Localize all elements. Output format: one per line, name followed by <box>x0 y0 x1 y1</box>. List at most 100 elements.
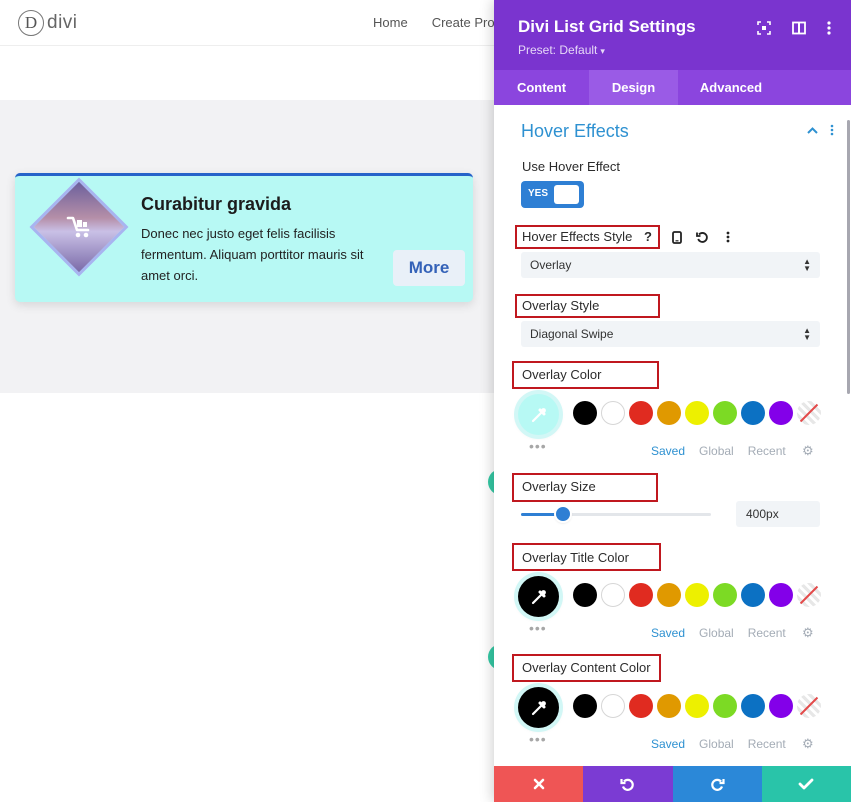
preset-label: Preset: Default <box>518 43 598 57</box>
panel-footer <box>494 766 851 802</box>
swatch-orange[interactable] <box>657 694 681 718</box>
palette-tab-recent[interactable]: Recent <box>748 626 786 640</box>
select-arrows-icon: ▲ ▼ <box>803 326 811 342</box>
tab-advanced[interactable]: Advanced <box>678 70 784 105</box>
palette-tab-global[interactable]: Global <box>699 737 734 751</box>
swatch-green[interactable] <box>713 583 737 607</box>
select-value: Diagonal Swipe <box>530 327 614 341</box>
swatch-yellow[interactable] <box>685 583 709 607</box>
palette-tab-global[interactable]: Global <box>699 626 734 640</box>
swatch-purple[interactable] <box>769 401 793 425</box>
nav-item-home[interactable]: Home <box>373 15 408 30</box>
tab-design[interactable]: Design <box>589 70 678 105</box>
swatch-black[interactable] <box>573 583 597 607</box>
sidebar-icon[interactable] <box>789 18 809 38</box>
slider-handle[interactable] <box>556 507 570 521</box>
logo-text: divi <box>47 12 78 33</box>
swatch-red[interactable] <box>629 694 653 718</box>
swatch-red[interactable] <box>629 401 653 425</box>
chevron-up-icon[interactable] <box>807 125 818 137</box>
site-nav: Home Create Pro <box>373 15 495 30</box>
swatch-white[interactable] <box>601 694 625 718</box>
scrollbar[interactable] <box>847 120 850 394</box>
card-title: Curabitur gravida <box>141 194 292 214</box>
palette-tab-global[interactable]: Global <box>699 444 734 458</box>
swatch-orange[interactable] <box>657 583 681 607</box>
color-swatches <box>573 401 821 425</box>
swatch-black[interactable] <box>573 401 597 425</box>
card-image <box>29 177 129 277</box>
gear-icon[interactable]: ⚙ <box>802 625 814 641</box>
palette-tab-recent[interactable]: Recent <box>748 444 786 458</box>
expand-icon[interactable] <box>754 18 774 38</box>
overlay-content-color-label: Overlay Content Color <box>522 660 651 675</box>
section-title[interactable]: Hover Effects <box>521 121 629 142</box>
more-icon[interactable] <box>819 18 839 38</box>
overlay-title-color-picker[interactable] <box>518 576 559 617</box>
nav-item-create[interactable]: Create Pro <box>432 15 495 30</box>
swatch-blue[interactable] <box>741 401 765 425</box>
swatch-white[interactable] <box>601 583 625 607</box>
toggle-knob <box>554 185 579 204</box>
swatch-black[interactable] <box>573 694 597 718</box>
color-swatches <box>573 694 821 718</box>
redo-button[interactable] <box>672 766 762 802</box>
tab-content[interactable]: Content <box>494 70 589 105</box>
overlay-content-color-picker[interactable] <box>518 687 559 728</box>
palette-tab-recent[interactable]: Recent <box>748 737 786 751</box>
swatch-yellow[interactable] <box>685 401 709 425</box>
more-colors-button[interactable]: ••• <box>529 620 547 636</box>
preset-selector[interactable]: Preset: Default ▾ <box>518 43 605 57</box>
save-button[interactable] <box>761 766 851 802</box>
section-more-icon[interactable] <box>830 123 834 141</box>
palette-tab-saved[interactable]: Saved <box>651 626 685 640</box>
overlay-color-picker[interactable] <box>518 394 559 435</box>
options-icon[interactable] <box>720 229 736 245</box>
swatch-red[interactable] <box>629 583 653 607</box>
discard-button[interactable] <box>494 766 584 802</box>
swatch-blue[interactable] <box>741 583 765 607</box>
cart-icon <box>61 209 97 245</box>
overlay-style-select[interactable]: Diagonal Swipe ▲ ▼ <box>521 321 820 347</box>
card-text: Donec nec justo eget felis facilisis fer… <box>141 226 364 283</box>
use-hover-effect-label: Use Hover Effect <box>522 159 621 174</box>
swatch-none[interactable] <box>797 401 821 425</box>
hover-effects-style-text: Hover Effects Style <box>522 229 633 244</box>
caret-down-icon: ▾ <box>600 46 605 56</box>
more-colors-button[interactable]: ••• <box>529 731 547 747</box>
swatch-purple[interactable] <box>769 583 793 607</box>
panel-tabs: Content Design Advanced <box>494 70 851 105</box>
swatch-none[interactable] <box>797 583 821 607</box>
palette-tab-saved[interactable]: Saved <box>651 444 685 458</box>
palette-tabs: Saved Global Recent <box>651 737 786 751</box>
check-icon <box>798 778 814 790</box>
swatch-green[interactable] <box>713 401 737 425</box>
site-logo[interactable]: D divi <box>18 10 78 36</box>
overlay-size-label: Overlay Size <box>522 479 596 494</box>
mobile-icon[interactable] <box>669 229 685 245</box>
color-swatches <box>573 583 821 607</box>
swatch-green[interactable] <box>713 694 737 718</box>
gear-icon[interactable]: ⚙ <box>802 736 814 752</box>
swatch-purple[interactable] <box>769 694 793 718</box>
hover-effects-style-select[interactable]: Overlay ▲ ▼ <box>521 252 820 278</box>
palette-tab-saved[interactable]: Saved <box>651 737 685 751</box>
swatch-blue[interactable] <box>741 694 765 718</box>
swatch-none[interactable] <box>797 694 821 718</box>
close-icon <box>533 778 544 790</box>
undo-button[interactable] <box>583 766 673 802</box>
gear-icon[interactable]: ⚙ <box>802 443 814 459</box>
overlay-size-slider[interactable] <box>521 513 711 516</box>
swatch-orange[interactable] <box>657 401 681 425</box>
swatch-white[interactable] <box>601 401 625 425</box>
redo-icon <box>710 778 725 791</box>
more-colors-button[interactable]: ••• <box>529 438 547 454</box>
list-grid-card: Curabitur gravida Donec nec justo eget f… <box>15 173 473 302</box>
use-hover-toggle[interactable]: YES <box>521 181 584 208</box>
reset-icon[interactable] <box>694 229 710 245</box>
overlay-color-label: Overlay Color <box>522 367 602 382</box>
swatch-yellow[interactable] <box>685 694 709 718</box>
more-button[interactable]: More <box>393 250 465 286</box>
overlay-size-input[interactable]: 400px <box>736 501 820 527</box>
help-icon[interactable]: ? <box>644 229 652 244</box>
